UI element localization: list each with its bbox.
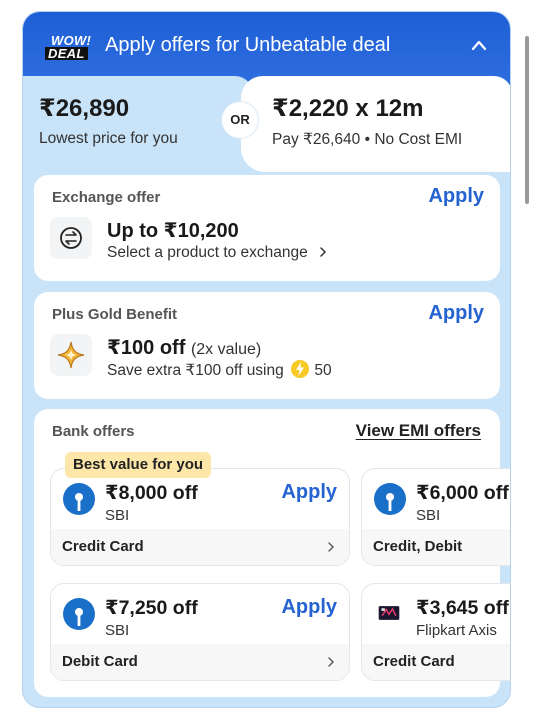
- emi-price: ₹2,220 x 12m: [272, 95, 424, 122]
- plus-gold-main: ₹100 off: [107, 337, 186, 359]
- offer-bank: SBI: [105, 507, 130, 524]
- offer-bank: Flipkart Axis: [416, 622, 497, 639]
- exchange-offer-card[interactable]: Exchange offer Apply Up to ₹10,200 Selec…: [34, 175, 500, 281]
- offer-amount: ₹8,000 off: [105, 482, 198, 504]
- lowest-price-label: Lowest price for you: [39, 130, 178, 147]
- lowest-price: ₹26,890: [39, 95, 130, 122]
- wow-deal-logo: WOW! DEAL: [45, 32, 97, 62]
- bank-offer-tile[interactable]: ₹8,000 off SBI Apply Credit Card: [50, 468, 350, 566]
- offer-footer[interactable]: Credit Card: [51, 529, 349, 565]
- offer-footer[interactable]: Credit, Debit: [362, 529, 510, 565]
- flipkart-axis-card-icon: [378, 606, 400, 620]
- offer-footer[interactable]: Debit Card: [51, 644, 349, 680]
- offer-card-type: Credit, Debit: [373, 538, 463, 555]
- plus-star-icon: [50, 334, 92, 376]
- scrollbar[interactable]: [525, 36, 529, 204]
- plus-gold-card[interactable]: Plus Gold Benefit Apply ₹100 off (2x val…: [34, 292, 500, 399]
- exchange-sub: Select a product to exchange: [107, 244, 308, 261]
- bank-offers-title: Bank offers: [52, 423, 135, 440]
- exchange-title: Exchange offer: [52, 189, 161, 206]
- plus-gold-title: Plus Gold Benefit: [52, 306, 178, 323]
- emi-price-label: Pay ₹26,640 • No Cost EMI: [272, 131, 463, 148]
- exchange-apply-button[interactable]: Apply: [428, 185, 484, 208]
- header-title: Apply offers for Unbeatable deal: [105, 34, 391, 56]
- sbi-logo-icon: [63, 483, 95, 515]
- bank-offer-tile[interactable]: ₹7,250 off SBI Apply Debit Card: [50, 583, 350, 681]
- exchange-sub-row[interactable]: Select a product to exchange: [107, 244, 328, 262]
- chevron-up-icon[interactable]: [470, 38, 488, 52]
- view-emi-offers-link[interactable]: View EMI offers: [356, 421, 481, 441]
- chevron-right-icon: [328, 542, 334, 552]
- offer-amount: ₹7,250 off: [105, 597, 198, 619]
- bank-offer-tile[interactable]: ₹6,000 off SBI Credit, Debit: [361, 468, 510, 566]
- plus-gold-sub-row: Save extra ₹100 off using 50: [107, 359, 332, 380]
- plus-gold-main-row: ₹100 off (2x value): [107, 335, 261, 360]
- offer-bank: SBI: [416, 507, 441, 524]
- exchange-main: Up to ₹10,200: [107, 220, 239, 242]
- chevron-right-icon: [320, 247, 327, 257]
- exchange-icon: [50, 217, 92, 259]
- offer-card-type: Debit Card: [62, 653, 138, 670]
- plus-gold-note: (2x value): [190, 341, 262, 358]
- best-value-tag: Best value for you: [65, 452, 212, 478]
- coin-count: 50: [314, 362, 332, 379]
- emi-price-box[interactable]: ₹2,220 x 12m Pay ₹26,640 • No Cost EMI: [241, 76, 510, 172]
- offer-card-type: Credit Card: [62, 538, 144, 555]
- sbi-logo-icon: [374, 483, 406, 515]
- offer-amount: ₹3,645 off: [416, 597, 509, 619]
- offer-footer[interactable]: Credit Card: [362, 644, 510, 680]
- bank-offer-tile[interactable]: ₹3,645 off Flipkart Axis Credit Card: [361, 583, 510, 681]
- lowest-price-box[interactable]: ₹26,890 Lowest price for you: [23, 76, 253, 172]
- offer-amount: ₹6,000 off: [416, 482, 509, 504]
- offer-card-type: Credit Card: [373, 653, 455, 670]
- or-badge: OR: [222, 102, 258, 138]
- offer-apply-button[interactable]: Apply: [281, 596, 337, 619]
- offer-apply-button[interactable]: Apply: [281, 481, 337, 504]
- plus-gold-sub: Save extra ₹100 off using: [107, 362, 284, 379]
- offers-panel: WOW! DEAL Apply offers for Unbeatable de…: [22, 11, 511, 708]
- logo-line2: DEAL: [45, 47, 88, 60]
- plus-gold-apply-button[interactable]: Apply: [428, 302, 484, 325]
- chevron-right-icon: [328, 657, 334, 667]
- sbi-logo-icon: [63, 598, 95, 630]
- offer-bank: SBI: [105, 622, 130, 639]
- supercoin-icon: [291, 360, 310, 378]
